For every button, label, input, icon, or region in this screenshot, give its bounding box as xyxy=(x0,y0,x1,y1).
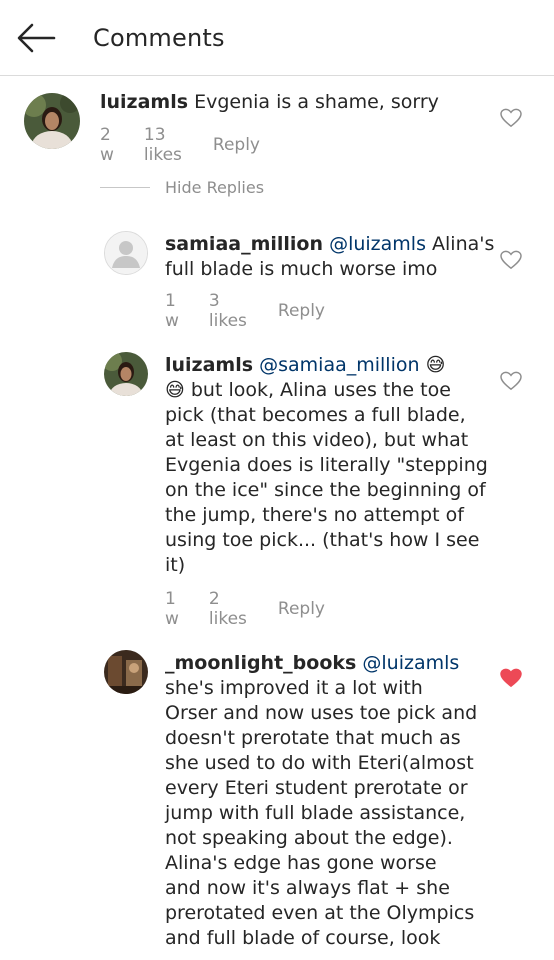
hide-replies-button[interactable]: Hide Replies xyxy=(100,178,264,197)
heart-icon[interactable] xyxy=(500,250,522,270)
comment-line: prerotated even at the Olympics xyxy=(165,902,475,924)
comment-line: it) xyxy=(165,554,186,576)
comment-line: on the ice" since the beginning of xyxy=(165,479,486,501)
comment-line: full blade is much worse imo xyxy=(165,258,438,280)
comment-meta: 1 w 2 likes Reply xyxy=(165,589,325,629)
avatar[interactable] xyxy=(104,231,148,275)
comment-line: pick (that becomes a full blade, xyxy=(165,404,466,426)
avatar[interactable] xyxy=(24,93,80,149)
emoji: 😅 xyxy=(165,379,185,401)
comment-line: doesn't prerotate that much as xyxy=(165,727,461,749)
comment-meta: 2 w 13 likes Reply xyxy=(100,125,260,165)
comment-line: Alina's edge has gone worse xyxy=(165,852,437,874)
comment-time: 2 w xyxy=(100,125,114,165)
avatar[interactable] xyxy=(104,352,148,396)
comment-line: jump with full blade assistance, xyxy=(165,802,466,824)
comment-line: and now it's always flat + she xyxy=(165,877,450,899)
arrow-left-icon xyxy=(17,23,56,53)
comment-line: the jump, there's no attempt of xyxy=(165,504,464,526)
comment-mention[interactable]: @luizamls xyxy=(329,233,426,255)
comment-mention[interactable]: @samiaa_million xyxy=(259,354,419,376)
comment-likes[interactable]: 2 likes xyxy=(209,589,247,629)
comment-line: at least on this video), but what xyxy=(165,429,469,451)
page-title: Comments xyxy=(93,24,225,52)
comment-likes[interactable]: 13 likes xyxy=(144,125,182,165)
hide-replies-label: Hide Replies xyxy=(165,178,265,197)
comment-text: samiaa_million @luizamls Alina's full bl… xyxy=(165,232,495,282)
divider xyxy=(100,187,150,188)
comment-line: she used to do with Eteri(almost xyxy=(165,752,474,774)
comment-username[interactable]: samiaa_million xyxy=(165,233,323,255)
comment-text: luizamls Evgenia is a shame, sorry xyxy=(100,90,500,115)
comment-line: and full blade of course, look xyxy=(165,927,441,949)
comment-body: Evgenia is a shame, sorry xyxy=(194,91,439,113)
comment-line: using toe pick... (that's how I see xyxy=(165,529,480,551)
comment-line: Orser and now uses toe pick and xyxy=(165,702,478,724)
comment-text: _moonlight_books @luizamls she's improve… xyxy=(165,651,495,951)
comment-mention[interactable]: @luizamls xyxy=(362,652,459,674)
emoji: 😅 xyxy=(425,354,446,376)
comment-line: she's improved it a lot with xyxy=(165,677,423,699)
comment-text: luizamls @samiaa_million 😅 😅 but look, A… xyxy=(165,353,495,578)
comment-time: 1 w xyxy=(165,291,179,331)
heart-icon[interactable] xyxy=(500,668,522,688)
heart-icon[interactable] xyxy=(500,108,522,128)
comment-line: Evgenia does is literally "stepping xyxy=(165,454,488,476)
comment-username[interactable]: _moonlight_books xyxy=(165,652,356,674)
avatar[interactable] xyxy=(104,650,148,694)
header-bar: Comments xyxy=(0,0,554,76)
comment-line: Alina's xyxy=(432,233,495,255)
comment-time: 1 w xyxy=(165,589,179,629)
back-button[interactable] xyxy=(14,20,58,56)
reply-button[interactable]: Reply xyxy=(213,135,260,155)
reply-button[interactable]: Reply xyxy=(278,599,325,619)
comment-username[interactable]: luizamls xyxy=(165,354,253,376)
reply-button[interactable]: Reply xyxy=(278,301,325,321)
comment-line: every Eteri student prerotate or xyxy=(165,777,468,799)
comment-username[interactable]: luizamls xyxy=(100,91,188,113)
comment-meta: 1 w 3 likes Reply xyxy=(165,291,325,331)
comment-likes[interactable]: 3 likes xyxy=(209,291,247,331)
heart-icon[interactable] xyxy=(500,371,522,391)
comment-line: but look, Alina uses the toe xyxy=(190,379,451,401)
comment-line: not speaking about the edge). xyxy=(165,827,453,849)
